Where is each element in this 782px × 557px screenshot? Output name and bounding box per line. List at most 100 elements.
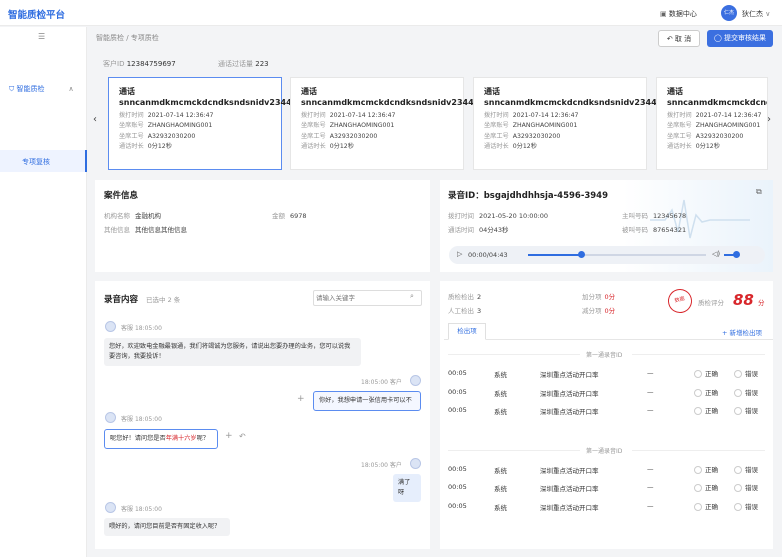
manual-label: 人工检出 [448,307,474,315]
add-score-value: 0分 [604,293,616,301]
other-field: 其他信息 其他信息其他信息 [104,224,187,234]
recording-section-label: 第一通录音ID [586,447,623,455]
customer-id-value: 12384759697 [126,60,176,68]
sidebar [0,27,87,557]
cancel-button[interactable]: ↶ 取 消 [658,30,700,47]
tab-detect[interactable]: 检出项 [448,323,486,340]
collapse-menu-icon[interactable]: ☰ [38,32,45,41]
call-card-value: 2021-07-14 12:36:47 [512,111,579,119]
correct-radio[interactable]: 正确 [694,368,718,378]
wrong-radio[interactable]: 错误 [734,368,758,378]
call-card-row: 坐席账号 ZHANGHAOMING001 [667,120,767,129]
manual-field: 人工检出 3 [448,305,481,315]
play-icon[interactable]: ▷ [457,250,462,258]
correct-radio[interactable]: 正确 [694,501,718,511]
correct-radio[interactable]: 正确 [694,387,718,397]
call-card-value: ZHANGHAOMING001 [695,122,761,129]
duration-field: 通话时间 04分43秒 [448,224,509,234]
submit-label: 提交审核结果 [724,34,767,42]
message-bubble[interactable]: 呢您好！请问您是否年满十六岁呢？ [104,429,218,449]
wrong-radio[interactable]: 错误 [734,464,758,474]
message-bubble[interactable]: 喂好的，请问您目前是否有固定收入呢？ [104,518,230,536]
wrong-radio[interactable]: 错误 [734,405,758,415]
call-card-row: 坐席工号 A32932030200 [119,131,281,140]
message-bubble[interactable]: 您好，欢迎致电金融最银通，我们将竭诚为您服务，请说出您要办理的业务，您可以说我要… [104,338,361,366]
call-time-value: 2021-05-20 10:00:00 [479,212,549,220]
caller-value: 12345678 [653,212,687,220]
detect-row-cell: — [647,464,654,473]
detect-row-cell: 深圳重点活动开口率 [540,485,599,493]
add-icon[interactable]: + [225,431,233,441]
message-time: 18:05:00 [134,416,162,423]
call-card[interactable]: 通话snncanmdkmcmckdcndksndsnidv2344455 拨打时间… [656,77,768,170]
detect-row-cell: — [647,387,654,396]
call-card-title: 通话snncanmdkmcmckdcndksndsnidv2344455 [667,87,767,107]
call-card-value: 2021-07-14 12:36:47 [329,111,396,119]
monitor-icon: ▣ [660,10,669,18]
add-icon[interactable]: + [297,394,305,404]
wrong-label: 错误 [745,465,758,474]
message-bubble[interactable]: 满了呀 [393,474,421,502]
detect-row-cell: 00:05 [448,387,467,396]
call-card-label: 坐席账号 [667,122,692,129]
sidebar-item-qc[interactable]: ⛉ 智能质检 ∧ [9,84,74,94]
message-text: 呢？ [196,435,209,442]
call-card[interactable]: 通话snncanmdkmcmckdcndksndsnidv2344455 拨打时间… [473,77,673,170]
wrong-label: 错误 [745,484,758,492]
call-card-value: 0分12秒 [695,143,720,150]
call-card[interactable]: 通话snncanmdkmcmckdcndksndsnidv2344455 拨打时间… [290,77,490,170]
radio-circle [734,502,742,511]
minus-score-value: 0分 [604,307,616,315]
call-card-label: 通话时长 [667,143,692,150]
volume-handle[interactable] [733,251,740,258]
detect-row-cell: 系统 [494,485,507,493]
call-card-label: 通话时长 [484,143,509,150]
message-time: 18:05:00 [361,379,388,386]
call-card-value: 0分12秒 [329,143,354,150]
volume-icon[interactable]: ◁) [712,250,720,258]
wrong-radio[interactable]: 错误 [734,387,758,397]
detect-row-cell: 深圳重点活动开口率 [540,371,599,379]
customer-avatar [410,375,421,386]
submit-review-button[interactable]: ◯ 提交审核结果 [707,30,773,47]
search-icon[interactable]: ⌕ [410,292,414,301]
sidebar-item-special-review[interactable]: 专项复核 [0,150,87,172]
message-role: 客户 [389,462,402,469]
detect-row-cell: 系统 [494,503,507,512]
wrong-radio[interactable]: 错误 [734,482,758,492]
detect-row-cell: — [647,501,654,510]
message-role: 客服 [121,416,134,423]
score-label: 质检评分 [698,299,724,307]
call-card-value: A32932030200 [695,132,744,140]
data-center-link[interactable]: ▣ 数据中心 [660,9,697,19]
org-value: 金融机构 [135,212,161,220]
call-card-label: 拨打时间 [119,111,144,119]
call-card[interactable]: 通话snncanmdkmcmckdcndksndsnidv2344455 拨打时间… [108,77,308,170]
message-meta: 18:05:00 客户 [361,377,402,386]
avatar[interactable]: 仁杰 [721,5,737,21]
copy-icon[interactable]: ⧉ [756,187,762,197]
chevron-left-icon[interactable]: ‹ [93,114,97,125]
detect-row-cell: 00:05 [448,501,467,510]
undo-icon[interactable]: ↶ [239,432,246,441]
manual-value: 3 [477,307,482,315]
radio-circle [734,370,742,378]
correct-label: 正确 [705,484,718,492]
breadcrumb: 智能质检 / 专项质检 [96,34,159,42]
minus-score-label: 减分项 [582,307,602,315]
radio-circle [694,502,702,511]
wrong-radio[interactable]: 错误 [734,501,758,511]
message-bubble[interactable]: 你好，我想申请一张信用卡可以不 [313,391,421,411]
recording-section-label: 第一通录音ID [586,352,623,359]
correct-radio[interactable]: 正确 [694,482,718,492]
sidebar-group-label: 智能质检 [16,85,45,93]
radio-circle [694,484,702,492]
correct-radio[interactable]: 正确 [694,405,718,415]
call-card-label: 坐席工号 [119,132,144,140]
add-detect-button[interactable]: + 新增检出项 [722,327,762,337]
call-card-row: 拨打时间 2021-07-14 12:36:47 [119,110,281,119]
keyword-search-input[interactable] [316,292,406,304]
message-time: 18:05:00 [134,325,162,332]
user-menu[interactable]: 狄仁杰 ∨ [742,9,770,19]
correct-radio[interactable]: 正确 [694,464,718,474]
